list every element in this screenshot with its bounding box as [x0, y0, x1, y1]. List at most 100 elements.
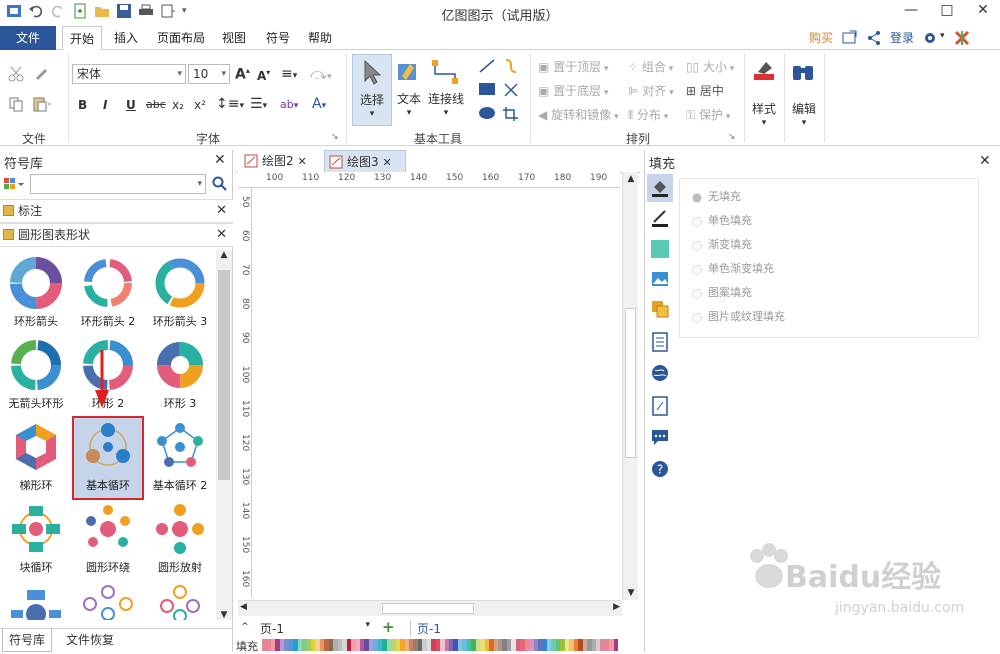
shape-ring-no-arrow[interactable]: 无箭头环形 [0, 336, 72, 418]
attachment-icon[interactable] [651, 396, 669, 416]
font-name-combo[interactable]: 宋体 ▾ [72, 64, 186, 84]
close-button[interactable]: ✕ [966, 0, 1000, 22]
brand-icon[interactable] [954, 30, 970, 46]
point-icon[interactable] [502, 82, 520, 98]
bullet-list-icon[interactable]: ☰▾ [250, 96, 267, 112]
chevron-down-icon[interactable]: ▾ [940, 31, 945, 41]
text-tool-icon[interactable] [396, 60, 422, 84]
radio-single-gradient-fill[interactable]: 单色渐变填充 [684, 257, 974, 281]
gear-icon[interactable] [922, 30, 938, 46]
strikethrough-button[interactable]: abc [146, 98, 166, 111]
center-button[interactable]: ⊞ 居中 [686, 82, 724, 99]
close-icon[interactable]: ✕ [214, 152, 226, 168]
globe-icon[interactable] [651, 364, 669, 382]
scroll-up-icon[interactable]: ▲ [623, 174, 639, 184]
line-style-icon[interactable] [651, 208, 669, 228]
line-spacing-icon[interactable]: ≡▾ [281, 66, 297, 82]
style-label[interactable]: 样式 [748, 100, 780, 117]
document-icon[interactable] [651, 332, 669, 352]
scroll-thumb[interactable] [382, 603, 474, 614]
group-button[interactable]: ⁘ 组合 ▾ [628, 58, 673, 75]
line-icon[interactable] [478, 58, 496, 74]
binoculars-icon[interactable] [790, 60, 816, 84]
paragraph-spacing-icon[interactable]: ↕≡▾ [216, 96, 244, 112]
login-link[interactable]: 登录 [888, 26, 916, 50]
shadow-icon[interactable] [651, 240, 669, 258]
drawing-canvas[interactable] [253, 189, 621, 599]
italic-button[interactable]: I [103, 98, 107, 112]
grow-font-icon[interactable]: A▴ [235, 66, 250, 83]
shape-ring-outline-2[interactable] [144, 582, 216, 620]
copy-icon[interactable] [8, 96, 24, 112]
scroll-thumb[interactable] [625, 308, 636, 458]
connector-tool-icon[interactable] [430, 58, 460, 86]
close-icon[interactable]: ✕ [979, 153, 991, 169]
expand-up-icon[interactable]: ⌃ [240, 620, 250, 634]
layers-icon[interactable] [651, 300, 669, 318]
rotate-mirror-button[interactable]: ◀ 旋转和镜像 ▾ [538, 106, 618, 123]
format-painter-icon[interactable] [34, 66, 50, 82]
tab-file[interactable]: 文件 [0, 26, 56, 50]
radio-no-fill[interactable]: 无填充 [684, 185, 974, 209]
shape-basic-cycle-2[interactable]: 基本循环 2 [144, 418, 216, 500]
maximize-button[interactable]: □ [930, 0, 964, 22]
protect-button[interactable]: ⚿ 保护 ▾ [686, 106, 730, 123]
chevron-down-icon[interactable]: ▾ [748, 118, 780, 128]
close-icon[interactable]: ✕ [297, 155, 306, 168]
shape-ring-arrow-2[interactable]: 环形箭头 2 [72, 254, 144, 336]
scroll-right-icon[interactable]: ▶ [613, 602, 620, 612]
chevron-down-icon[interactable]: ▾ [396, 108, 422, 118]
add-page-icon[interactable]: + [382, 618, 395, 636]
scroll-down-icon[interactable]: ▼ [623, 588, 639, 598]
select-tool-button[interactable]: 选择 ▾ [352, 54, 392, 126]
shape-ring-3[interactable]: 环形 3 [144, 336, 216, 418]
scroll-left-icon[interactable]: ◀ [240, 602, 247, 612]
paste-icon[interactable] [32, 96, 52, 112]
chevron-down-icon[interactable]: ▾ [788, 118, 820, 128]
tab-insert[interactable]: 插入 [112, 26, 140, 50]
close-icon[interactable]: ✕ [382, 156, 391, 169]
tab-symbol[interactable]: 符号 [264, 26, 292, 50]
search-input[interactable]: ▾ [30, 174, 206, 194]
dialog-launcher-icon[interactable]: ↘ [331, 132, 339, 142]
shape-basic-cycle[interactable]: 基本循环 [72, 416, 144, 500]
chevron-down-icon[interactable]: ▾ [428, 108, 464, 118]
scroll-down-icon[interactable]: ▼ [216, 610, 232, 620]
superscript-button[interactable]: x² [194, 98, 206, 112]
doc-tab-drawing2[interactable]: 绘图2 ✕ [240, 150, 324, 172]
shape-ring-arrow-3[interactable]: 环形箭头 3 [144, 254, 216, 336]
bold-button[interactable]: B [78, 98, 87, 112]
bring-to-front-button[interactable]: ▣ 置于顶层 ▾ [538, 58, 609, 75]
font-size-combo[interactable]: 10 ▾ [188, 64, 230, 84]
tab-view[interactable]: 视图 [220, 26, 248, 50]
comment-icon[interactable] [651, 428, 669, 446]
canvas-hscrollbar[interactable]: ◀ ▶ [238, 600, 622, 616]
radio-pattern-fill[interactable]: 图案填充 [684, 281, 974, 305]
section-callout[interactable]: 标注 ✕ [0, 199, 233, 223]
shape-circle-radial[interactable]: 圆形放射 [144, 500, 216, 582]
page-selector[interactable]: 页-1 ▾ [260, 620, 372, 636]
shape-ring-arrow[interactable]: 环形箭头 [0, 254, 72, 336]
color-palette[interactable] [262, 639, 619, 651]
image-icon[interactable] [651, 270, 669, 288]
underline-button[interactable]: U [126, 98, 136, 112]
rectangle-icon[interactable] [478, 82, 496, 96]
edit-label[interactable]: 编辑 [788, 100, 820, 117]
text-direction-icon[interactable]: ⤼▾ [310, 64, 332, 84]
radio-gradient-fill[interactable]: 渐变填充 [684, 233, 974, 257]
radio-solid-fill[interactable]: 单色填充 [684, 209, 974, 233]
canvas-vscrollbar[interactable]: ▲ ▼ [622, 172, 638, 600]
shape-circle-around[interactable]: 圆形环绕 [72, 500, 144, 582]
color-swatch[interactable] [613, 639, 619, 651]
buy-link[interactable]: 购买 [806, 26, 836, 50]
text-tool-label[interactable]: 文本 [396, 90, 422, 107]
doc-tab-drawing3[interactable]: 绘图3 ✕ [324, 150, 406, 172]
radio-picture-texture-fill[interactable]: 图片或纹理填充 [684, 305, 974, 329]
shape-hierarchy-cycle[interactable] [0, 582, 72, 620]
share-icon[interactable] [866, 30, 882, 46]
tab-symbol-library[interactable]: 符号库 [2, 629, 52, 652]
tab-help[interactable]: 帮助 [306, 26, 334, 50]
section-circular-charts[interactable]: 圆形图表形状 ✕ [0, 223, 233, 247]
connector-tool-label[interactable]: 连接线 [428, 90, 464, 107]
shape-scrollbar[interactable]: ▲ ▼ [216, 250, 232, 620]
